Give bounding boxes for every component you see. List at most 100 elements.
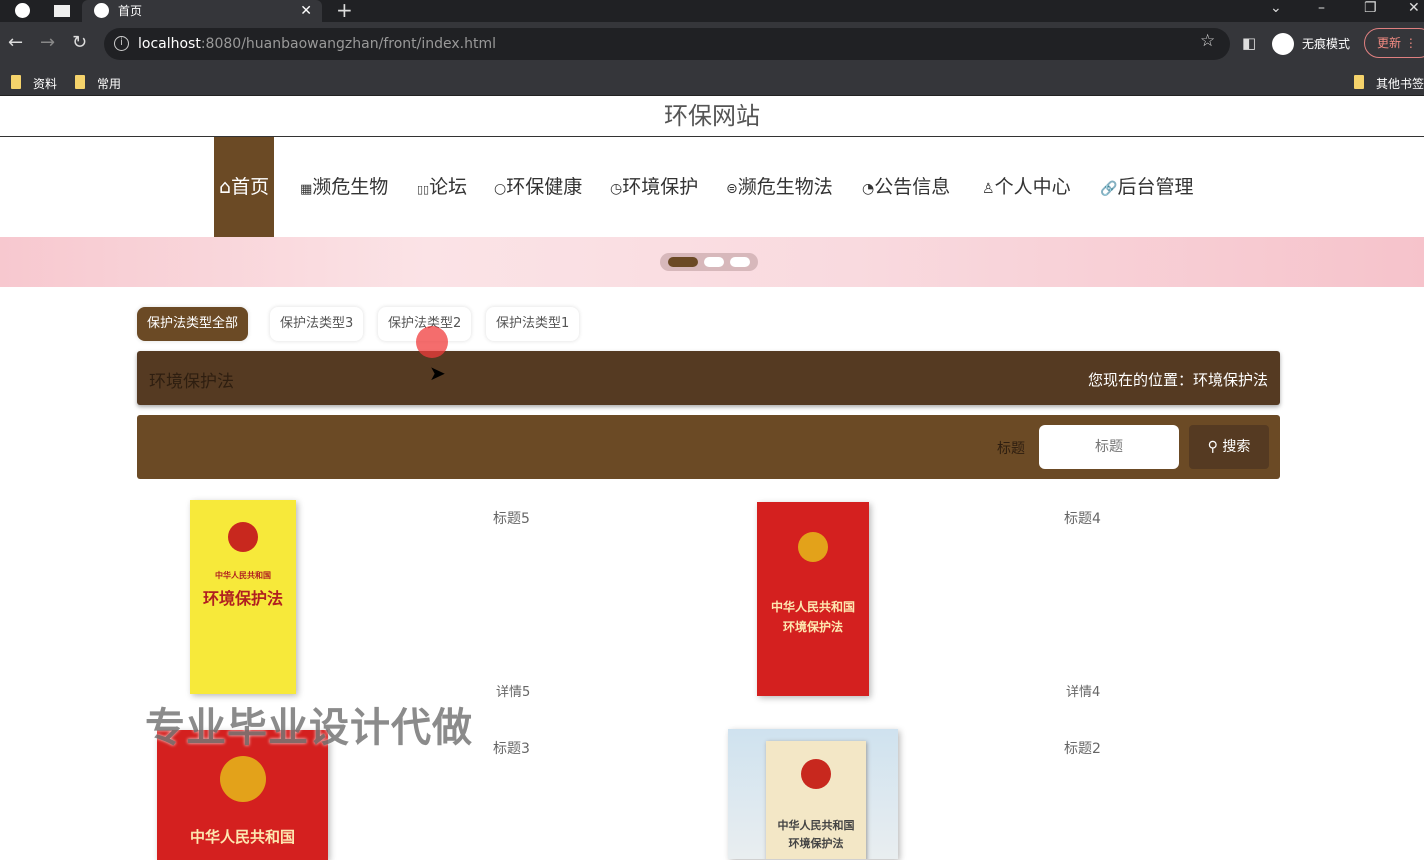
book-cover[interactable]: 中华人民共和国 环境保护法	[757, 502, 869, 696]
filter-all[interactable]: 保护法类型全部	[137, 307, 249, 341]
other-bookmarks[interactable]: 其他书签	[1354, 75, 1424, 92]
click-indicator	[416, 326, 448, 358]
banner-carousel	[0, 237, 1424, 287]
search-button-label: 搜索	[1222, 439, 1251, 455]
home-icon: ⌂	[219, 176, 232, 198]
cover-text: 环境保护法	[202, 589, 283, 608]
tab-title: 首页	[118, 4, 143, 18]
minimize-button[interactable]: –	[1318, 0, 1325, 16]
side-panel-icon[interactable]: ◧	[1242, 34, 1256, 52]
cover-text: 中华人民共和国	[777, 819, 855, 832]
carousel-dot-active[interactable]	[668, 257, 698, 267]
incognito-label: 无痕模式	[1302, 37, 1351, 51]
section-title: 环境保护法	[149, 372, 234, 392]
nav-label: 个人中心	[994, 176, 1071, 198]
cover-text: 环境保护法	[788, 837, 844, 850]
forward-button[interactable]: →	[40, 32, 55, 53]
item-title[interactable]: 标题2	[1064, 738, 1101, 758]
nav-label: 环境保护	[622, 176, 699, 198]
dashboard-icon: ◔	[862, 181, 875, 197]
browser-toolbar: ← → ↻ i localhost:8080/huanbaowangzhan/f…	[0, 22, 1424, 68]
carousel-indicators	[660, 253, 758, 271]
location-text: 您现在的位置：环境保护法	[1087, 371, 1268, 389]
bookmark-folder[interactable]: 常用	[75, 75, 121, 92]
book-cover[interactable]: 中华人民共和国 环境保护法	[728, 729, 898, 859]
nav-forum[interactable]: ▯▯论坛	[417, 137, 467, 237]
update-label: 更新	[1377, 36, 1402, 50]
breadcrumb: 环境保护法 您现在的位置：环境保护法	[137, 351, 1280, 405]
nav-label: 首页	[231, 176, 270, 198]
search-button[interactable]: ⚲ 搜索	[1189, 425, 1269, 469]
site-title: 环保网站	[0, 96, 1424, 137]
search-label: 标题	[997, 441, 1025, 457]
nav-label: 濒危生物法	[737, 176, 833, 198]
item-title[interactable]: 标题4	[1064, 508, 1101, 528]
emblem-icon	[219, 756, 266, 802]
book-cover[interactable]: 中华人民共和国 环境保护法	[190, 500, 296, 694]
nav-notice[interactable]: ◔公告信息	[862, 137, 950, 237]
search-input[interactable]	[1039, 425, 1179, 469]
bookmark-star-icon[interactable]: ☆	[1200, 31, 1215, 51]
bookmark-folder[interactable]: 资料	[11, 75, 57, 92]
cover-text: 环境保护法	[782, 620, 843, 634]
url-path: :8080/huanbaowangzhan/front/index.html	[200, 36, 496, 52]
columns-icon: ▯▯	[417, 183, 430, 196]
cover-text: 中华人民共和国	[189, 828, 295, 846]
carousel-dot[interactable]	[730, 257, 750, 267]
cover-text: 中华人民共和国	[215, 570, 271, 580]
nav-endangered[interactable]: ▦濒危生物	[300, 137, 388, 237]
nav-label: 环保健康	[506, 176, 583, 198]
print-icon: ⊜	[726, 181, 738, 197]
item-title[interactable]: 标题3	[493, 738, 530, 758]
grid-icon: ▦	[300, 182, 313, 197]
url-host: localhost	[138, 36, 201, 52]
emblem-icon	[228, 522, 258, 552]
emblem-icon	[801, 759, 831, 789]
browser-tab[interactable]: 首页 ✕	[82, 0, 322, 22]
incognito-icon	[1272, 33, 1294, 55]
mouse-cursor-icon: ➤	[429, 361, 446, 385]
window-icon[interactable]	[54, 5, 70, 17]
emblem-icon	[798, 532, 828, 562]
address-bar[interactable]: i localhost:8080/huanbaowangzhan/front/i…	[104, 28, 1230, 60]
tab-search-icon[interactable]: ⌄	[1270, 0, 1282, 16]
bookmarks-bar: 资料 常用 其他书签	[0, 68, 1424, 96]
item-title[interactable]: 标题5	[493, 508, 530, 528]
filter-type1[interactable]: 保护法类型1	[486, 307, 580, 341]
nav-label: 论坛	[429, 176, 468, 198]
reload-button[interactable]: ↻	[72, 32, 87, 53]
cover-text: 中华人民共和国	[770, 600, 855, 614]
search-bar: 标题 ⚲ 搜索	[137, 415, 1280, 479]
nav-protection[interactable]: ◷环境保护	[610, 137, 698, 237]
nav-home[interactable]: ⌂首页	[214, 137, 275, 237]
globe-icon	[94, 3, 109, 18]
browser-tab-bar: 首页 ✕ + ⌄ – ❐ ✕	[0, 0, 1424, 22]
back-button[interactable]: ←	[8, 32, 23, 53]
nav-profile[interactable]: ♙个人中心	[982, 137, 1071, 237]
clock-icon: ◷	[610, 181, 623, 197]
nav-admin[interactable]: 🔗后台管理	[1100, 137, 1193, 237]
new-tab-button[interactable]: +	[336, 0, 353, 22]
update-button[interactable]: 更新 ⋮	[1364, 28, 1424, 58]
user-icon: ♙	[982, 181, 995, 197]
main-nav: ⌂首页 ▦濒危生物 ▯▯论坛 ○环保健康 ◷环境保护 ⊜濒危生物法 ◔公告信息 …	[0, 137, 1424, 237]
item-detail[interactable]: 详情4	[1066, 681, 1100, 700]
link-icon: 🔗	[1100, 181, 1118, 197]
nav-label: 濒危生物	[312, 176, 389, 198]
globe-icon[interactable]	[15, 3, 30, 18]
nav-label: 公告信息	[874, 176, 951, 198]
info-icon[interactable]: i	[114, 36, 129, 51]
nav-law[interactable]: ⊜濒危生物法	[726, 137, 833, 237]
incognito-indicator[interactable]: 无痕模式	[1268, 28, 1360, 60]
item-detail[interactable]: 详情5	[496, 681, 530, 700]
close-window-button[interactable]: ✕	[1408, 0, 1420, 16]
watermark-text: 专业毕业设计代做	[145, 705, 473, 751]
search-icon: ⚲	[1207, 439, 1218, 455]
carousel-dot[interactable]	[704, 257, 724, 267]
maximize-button[interactable]: ❐	[1364, 0, 1377, 16]
nav-health[interactable]: ○环保健康	[494, 137, 582, 237]
filter-type3[interactable]: 保护法类型3	[270, 307, 364, 341]
close-tab-icon[interactable]: ✕	[300, 0, 312, 22]
circle-icon: ○	[494, 181, 507, 197]
nav-label: 后台管理	[1117, 176, 1194, 198]
